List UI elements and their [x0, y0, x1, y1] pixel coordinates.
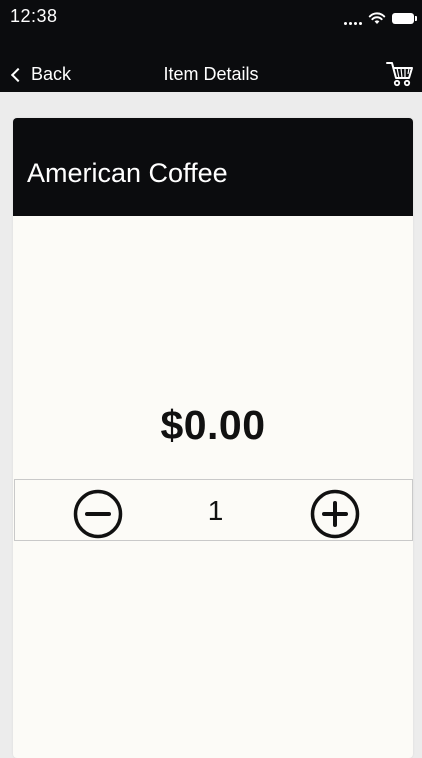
item-name: American Coffee: [27, 158, 228, 188]
cart-button[interactable]: [386, 60, 414, 88]
item-price: $0.00: [160, 402, 266, 448]
status-icons: [344, 9, 417, 27]
quantity-stepper: 1: [14, 479, 413, 541]
cart-icon: [386, 62, 413, 87]
cellular-dots-icon: [344, 11, 362, 25]
page-title: Item Details: [163, 64, 259, 84]
wifi-icon: [368, 12, 386, 24]
item-card: American Coffee $0.00 1: [13, 118, 413, 758]
item-header: American Coffee: [13, 118, 413, 216]
plus-circle-icon: [310, 489, 360, 539]
increment-button[interactable]: [310, 489, 360, 539]
status-time: 12:38: [10, 6, 58, 26]
status-bar: 12:38: [0, 0, 422, 36]
nav-bar: Back Item Details: [0, 36, 422, 92]
battery-icon: [392, 12, 417, 24]
